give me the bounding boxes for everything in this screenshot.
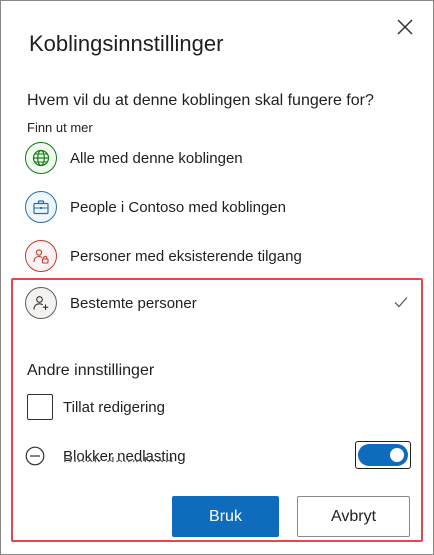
toggle-track xyxy=(358,444,408,466)
allow-editing-checkbox[interactable]: Tillat redigering xyxy=(27,393,165,421)
block-download-toggle[interactable] xyxy=(355,441,411,469)
checkbox-box[interactable] xyxy=(27,394,53,420)
option-specific-people[interactable]: Bestemte personer xyxy=(25,285,415,321)
allow-editing-label: Tillat redigering xyxy=(63,398,165,416)
link-settings-dialog: Koblingsinnstillinger Hvem vil du at den… xyxy=(0,0,434,555)
learn-more-link[interactable]: Finn ut mer xyxy=(27,120,93,135)
briefcase-icon xyxy=(25,191,57,223)
option-label: Alle med denne koblingen xyxy=(70,149,243,167)
cancel-button[interactable]: Avbryt xyxy=(297,496,410,537)
person-add-icon xyxy=(25,287,57,319)
audience-question: Hvem vil du at denne koblingen skal fung… xyxy=(27,92,374,109)
block-download-label: Block download Blokker nedlasting xyxy=(63,448,186,465)
checkmark-icon xyxy=(394,297,408,308)
option-existing-access[interactable]: Personer med eksisterende tilgang xyxy=(25,238,415,274)
option-label: Bestemte personer xyxy=(70,294,197,312)
other-settings-heading: Andre innstillinger xyxy=(27,362,155,379)
option-anyone[interactable]: Alle med denne koblingen xyxy=(25,140,415,176)
option-organization[interactable]: People i Contoso med koblingen xyxy=(25,189,415,225)
block-icon xyxy=(25,446,45,466)
option-label: People i Contoso med koblingen xyxy=(70,198,286,216)
apply-button[interactable]: Bruk xyxy=(172,496,279,537)
toggle-thumb xyxy=(390,448,404,462)
close-icon[interactable] xyxy=(394,16,416,38)
people-lock-icon xyxy=(25,240,57,272)
option-label: Personer med eksisterende tilgang xyxy=(70,247,302,265)
dialog-title: Koblingsinnstillinger xyxy=(29,31,224,56)
globe-icon xyxy=(25,142,57,174)
